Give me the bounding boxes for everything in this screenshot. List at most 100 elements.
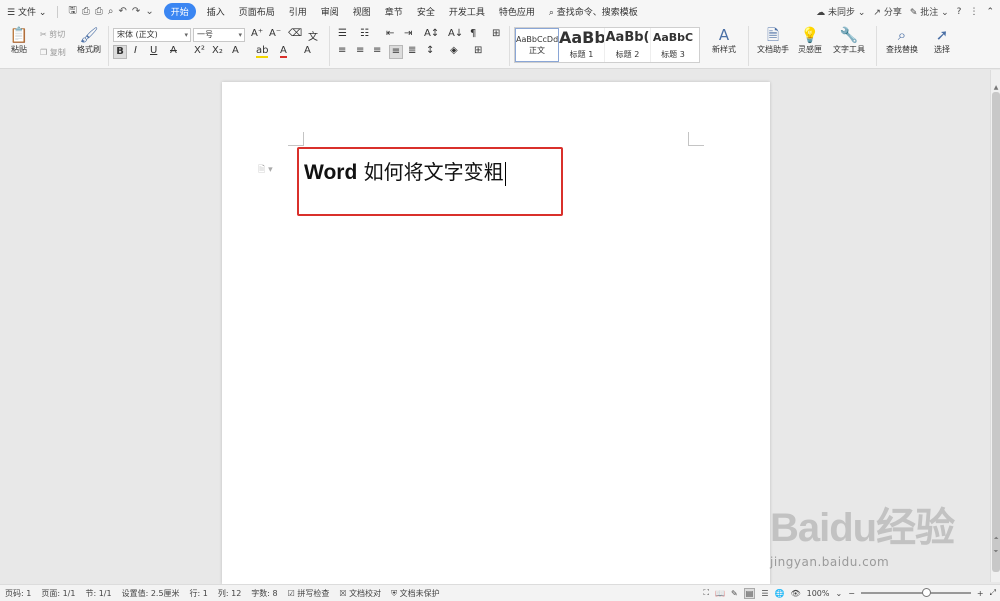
italic-icon[interactable]: I: [134, 45, 137, 56]
doc-helper-button[interactable]: 🗎 文档助手: [755, 26, 791, 55]
bullet-list-icon[interactable]: ☰: [338, 28, 347, 39]
redo-icon[interactable]: ↷: [132, 6, 140, 17]
justify-icon[interactable]: ≡: [389, 45, 403, 59]
write-mode-icon[interactable]: ✎: [731, 589, 738, 598]
print-preview-icon[interactable]: ⌕: [108, 6, 114, 17]
tab-special[interactable]: 特色应用: [492, 5, 542, 18]
borders-icon[interactable]: ⊞: [474, 45, 482, 56]
superscript-icon[interactable]: X²: [194, 45, 205, 56]
style-normal[interactable]: AaBbCcDd 正文: [515, 28, 559, 62]
align-right-icon[interactable]: ≡: [373, 45, 381, 56]
file-menu[interactable]: ☰ 文件 ⌄: [0, 5, 53, 18]
shrink-font-icon[interactable]: A⁻: [269, 28, 281, 39]
shading-icon[interactable]: ◈: [450, 45, 458, 56]
decrease-indent-icon[interactable]: ⇤: [386, 28, 394, 39]
text-direction-icon[interactable]: A↕: [424, 28, 439, 39]
customize-icon[interactable]: ⌄: [145, 6, 153, 17]
outline-view-icon[interactable]: ☰: [761, 589, 768, 598]
export-pdf-icon[interactable]: ⎙: [82, 6, 90, 17]
paste-button[interactable]: 📋 粘贴: [4, 26, 34, 55]
format-painter-button[interactable]: 🖌 格式刷: [74, 26, 104, 55]
sync-button[interactable]: ☁ 未同步 ⌄: [816, 5, 865, 18]
more-icon[interactable]: ⋮: [969, 7, 978, 17]
tab-home[interactable]: 开始: [163, 3, 196, 20]
subscript-icon[interactable]: X₂: [212, 45, 223, 56]
char-shading-icon[interactable]: A: [304, 45, 311, 56]
zoom-level[interactable]: 100%: [807, 589, 830, 598]
command-search[interactable]: ⌕ 查找命令、搜索模板: [542, 5, 645, 18]
style-sample: AaBbCcDd: [516, 35, 558, 44]
tab-page-layout[interactable]: 页面布局: [232, 5, 282, 18]
scroll-up-icon[interactable]: ▲: [991, 84, 1000, 91]
underline-icon[interactable]: U: [150, 45, 157, 56]
page-view-icon[interactable]: ▤: [743, 587, 756, 599]
eye-protect-icon[interactable]: 👁: [790, 589, 800, 598]
phonetic-icon[interactable]: 文: [308, 28, 318, 43]
save-icon[interactable]: 🖫: [68, 3, 77, 20]
chevron-down-icon[interactable]: ⌄: [835, 589, 842, 598]
select-button[interactable]: ➚ 选择: [926, 26, 958, 55]
menubar-right: ☁ 未同步 ⌄ ↗ 分享 ✎ 批注 ⌄ ? ⋮ ⌃: [816, 0, 994, 23]
word-count[interactable]: 字数: 8: [246, 588, 282, 599]
tab-developer[interactable]: 开发工具: [442, 5, 492, 18]
style-heading-2[interactable]: AaBb( 标题 2: [605, 28, 651, 62]
font-color-icon[interactable]: A: [280, 45, 287, 58]
paragraph-handle-icon[interactable]: 🗎 ▾: [258, 162, 273, 178]
numbered-list-icon[interactable]: ☷: [360, 28, 369, 39]
bold-icon[interactable]: B: [113, 45, 127, 59]
new-style-button[interactable]: A 新样式: [707, 26, 741, 55]
line-spacing-icon[interactable]: ↕: [426, 45, 434, 56]
quick-access: 🖫 ⎙ ⎙ ⌕ ↶ ↷ ⌄: [62, 3, 159, 20]
clear-format-icon[interactable]: ⌫: [288, 28, 302, 39]
comment-button[interactable]: ✎ 批注 ⌄: [910, 5, 949, 18]
scrollbar-thumb[interactable]: [992, 92, 1000, 572]
zoom-slider-knob[interactable]: [922, 588, 932, 597]
prev-page-icon[interactable]: ⏶: [991, 535, 1000, 543]
cut-button[interactable]: ✂ 剪切: [40, 29, 65, 40]
strikethrough-icon[interactable]: A: [170, 45, 177, 56]
tab-chapter[interactable]: 章节: [378, 5, 410, 18]
find-replace-button[interactable]: ⌕ 查找替换: [882, 26, 922, 55]
read-mode-icon[interactable]: 📖: [715, 589, 725, 598]
highlight-icon[interactable]: ab: [256, 45, 269, 58]
copy-button[interactable]: ❐ 复制: [40, 47, 66, 58]
font-size-select[interactable]: 一号 ▾: [193, 28, 245, 42]
distribute-icon[interactable]: ≣: [408, 45, 416, 56]
increase-indent-icon[interactable]: ⇥: [404, 28, 412, 39]
share-button[interactable]: ↗ 分享: [873, 5, 901, 18]
text-tools-button[interactable]: 🔧 文字工具: [828, 26, 870, 55]
grow-font-icon[interactable]: A⁺: [251, 28, 263, 39]
fullscreen-icon[interactable]: ⛶: [703, 588, 709, 598]
tab-review[interactable]: 审阅: [314, 5, 346, 18]
sort-icon[interactable]: A↓: [448, 28, 463, 39]
table-icon[interactable]: ⊞: [492, 28, 500, 39]
web-view-icon[interactable]: 🌐: [774, 589, 784, 598]
collapse-ribbon-icon[interactable]: ⌃: [986, 7, 994, 17]
text-effect-icon[interactable]: A: [232, 45, 239, 56]
inspiration-button[interactable]: 💡 灵感匣: [794, 26, 826, 55]
margin-mark: [688, 132, 704, 146]
zoom-out-icon[interactable]: −: [848, 589, 855, 598]
align-left-icon[interactable]: ≡: [338, 45, 346, 56]
tab-insert[interactable]: 插入: [200, 5, 232, 18]
help-button[interactable]: ?: [957, 7, 962, 17]
print-icon[interactable]: ⎙: [95, 6, 103, 17]
zoom-in-icon[interactable]: +: [977, 589, 984, 598]
undo-icon[interactable]: ↶: [119, 6, 127, 17]
next-page-icon[interactable]: ⏷: [991, 548, 1000, 556]
style-heading-3[interactable]: AaBbC 标题 3: [651, 28, 695, 62]
protect-button[interactable]: ⛨ 文档未保护: [386, 588, 445, 599]
tab-view[interactable]: 视图: [346, 5, 378, 18]
page-number[interactable]: 页码: 1: [0, 588, 36, 599]
vertical-scrollbar[interactable]: ▲ ⏶ ⏷: [990, 70, 1000, 582]
fit-page-icon[interactable]: ⤢: [990, 588, 996, 598]
tab-references[interactable]: 引用: [282, 5, 314, 18]
show-marks-icon[interactable]: ¶: [470, 28, 476, 39]
style-heading-1[interactable]: AaBb 标题 1: [559, 28, 605, 62]
zoom-slider[interactable]: [860, 588, 971, 597]
align-center-icon[interactable]: ≡: [356, 45, 364, 56]
spell-check-button[interactable]: ☑ 拼写检查: [283, 588, 335, 599]
font-name-select[interactable]: 宋体 (正文) ▾: [113, 28, 191, 42]
proofread-button[interactable]: ☒ 文档校对: [334, 588, 386, 599]
tab-security[interactable]: 安全: [410, 5, 442, 18]
